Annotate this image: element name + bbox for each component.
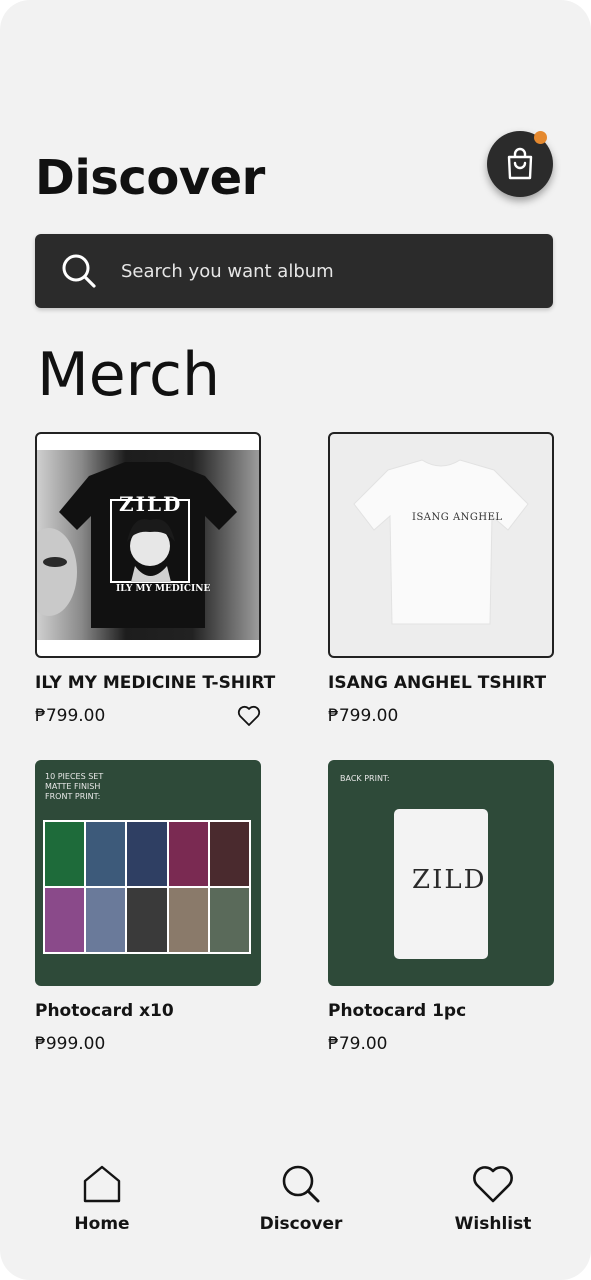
shopping-bag-icon xyxy=(507,147,533,180)
product-card[interactable]: ZILD ILY MY MEDICINE ILY MY MEDICINE T-S… xyxy=(35,432,275,732)
nav-item-discover[interactable]: Discover xyxy=(241,1164,361,1234)
product-price: ₱999.00 xyxy=(35,1034,106,1054)
cart-notification-badge xyxy=(534,131,547,144)
discover-screen: Discover Merch Z xyxy=(0,0,591,1280)
photocard-back: ZILD xyxy=(394,809,488,959)
product-name: Photocard x10 xyxy=(35,1001,174,1021)
heart-icon xyxy=(473,1166,513,1203)
product-name: ILY MY MEDICINE T-SHIRT xyxy=(35,673,276,693)
nav-item-wishlist[interactable]: Wishlist xyxy=(433,1164,553,1234)
product-name: ISANG ANGHEL TSHIRT xyxy=(328,673,547,693)
shirt-print-text: ISANG ANGHEL xyxy=(412,512,503,523)
product-price: ₱799.00 xyxy=(328,706,399,726)
product-price: ₱799.00 xyxy=(35,706,106,726)
page-title: Discover xyxy=(35,150,265,206)
home-icon xyxy=(83,1165,121,1203)
search-icon xyxy=(62,254,96,288)
nav-label-home: Home xyxy=(74,1214,130,1234)
search-icon xyxy=(282,1165,320,1203)
photocard-logo-text: ZILD xyxy=(412,865,487,895)
product-image[interactable]: ZILD ILY MY MEDICINE xyxy=(35,432,261,658)
product-card[interactable]: BACK PRINT: ZILD Photocard 1pc ₱79.00 xyxy=(328,760,554,1060)
product-card[interactable]: 10 PIECES SET MATTE FINISH FRONT PRINT: … xyxy=(35,760,261,1060)
bottom-navigation: Home Discover Wishlist xyxy=(0,1150,591,1280)
nav-label-discover: Discover xyxy=(259,1214,343,1234)
shirt-band-text: ZILD xyxy=(119,492,183,516)
tshirt-graphic xyxy=(37,462,237,628)
search-input[interactable] xyxy=(121,254,521,288)
product-name: Photocard 1pc xyxy=(328,1001,467,1021)
product-image[interactable]: 10 PIECES SET MATTE FINISH FRONT PRINT: xyxy=(35,760,261,986)
shirt-caption-text: ILY MY MEDICINE xyxy=(116,584,211,594)
section-title: Merch xyxy=(37,340,221,410)
photocard-grid xyxy=(43,820,251,954)
tshirt-graphic xyxy=(353,459,529,625)
product-card[interactable]: ISANG ANGHEL ISANG ANGHEL TSHIRT ₱799.00 xyxy=(328,432,554,732)
cart-button[interactable] xyxy=(487,131,553,197)
product-price: ₱79.00 xyxy=(328,1034,388,1054)
product-image[interactable]: BACK PRINT: ZILD xyxy=(328,760,554,986)
search-bar[interactable] xyxy=(35,234,553,308)
nav-label-wishlist: Wishlist xyxy=(454,1214,532,1234)
photocard-set-text: 10 PIECES SET MATTE FINISH FRONT PRINT: xyxy=(45,772,104,801)
heart-icon[interactable] xyxy=(237,705,261,727)
nav-item-home[interactable]: Home xyxy=(42,1164,162,1234)
product-image[interactable]: ISANG ANGHEL xyxy=(328,432,554,658)
photocard-back-text: BACK PRINT: xyxy=(340,774,390,783)
